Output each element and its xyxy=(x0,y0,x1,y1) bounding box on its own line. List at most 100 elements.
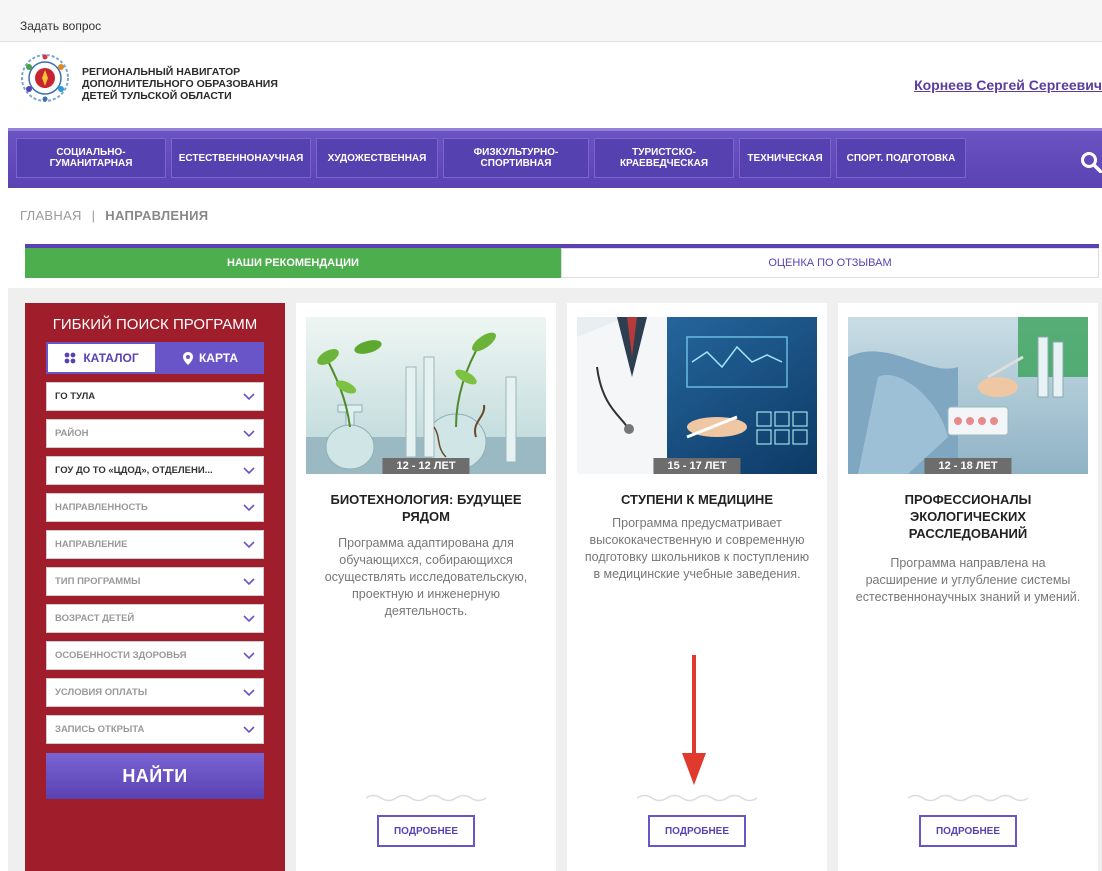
flexible-search-panel: ГИБКИЙ ПОИСК ПРОГРАММ КАТАЛОГ КАРТА ГО Т… xyxy=(25,303,285,871)
nav-item-sport-training[interactable]: СПОРТ. ПОДГОТОВКА xyxy=(836,138,966,178)
breadcrumb: ГЛАВНАЯ | НАПРАВЛЕНИЯ xyxy=(20,208,208,223)
grid-icon xyxy=(64,352,76,364)
select-label: ГО ТУЛА xyxy=(55,391,96,402)
nav-item-art[interactable]: ХУДОЖЕСТВЕННАЯ xyxy=(316,138,438,178)
map-pin-icon xyxy=(182,351,193,365)
logo-line-3: детей Тульской области xyxy=(82,90,232,102)
top-bar: Задать вопрос xyxy=(0,0,1102,42)
chevron-down-icon xyxy=(243,429,255,437)
region-emblem-icon[interactable] xyxy=(20,53,70,103)
tab-recommendations[interactable]: НАШИ РЕКОМЕНДАЦИИ xyxy=(25,248,561,278)
select-label: ОСОБЕННОСТИ ЗДОРОВЬЯ xyxy=(55,650,187,661)
select-label: ВОЗРАСТ ДЕТЕЙ xyxy=(55,613,135,624)
chevron-down-icon xyxy=(243,688,255,696)
select-child-age[interactable]: ВОЗРАСТ ДЕТЕЙ xyxy=(46,604,264,633)
catalog-toggle-button[interactable]: КАТАЛОГ xyxy=(46,342,157,374)
chevron-down-icon xyxy=(243,503,255,511)
select-direction[interactable]: НАПРАВЛЕНИЕ xyxy=(46,530,264,559)
nav-item-label: ТУРИСТСКО- xyxy=(632,147,696,158)
select-enrollment-open[interactable]: ЗАПИСЬ ОТКРЫТА xyxy=(46,715,264,744)
nav-item-label: ЕСТЕСТВЕННОНАУЧНАЯ xyxy=(178,152,304,164)
details-button[interactable]: ПОДРОБНЕЕ xyxy=(377,815,475,847)
chevron-down-icon xyxy=(243,614,255,622)
nav-item-tourism[interactable]: ТУРИСТСКО- КРАЕВЕДЧЕСКАЯ xyxy=(594,138,734,178)
select-payment-terms[interactable]: УСЛОВИЯ ОПЛАТЫ xyxy=(46,678,264,707)
annotation-arrow-icon xyxy=(682,655,706,785)
breadcrumb-current: НАПРАВЛЕНИЯ xyxy=(105,208,209,223)
nav-item-label: СПОРТ. ПОДГОТОВКА xyxy=(846,152,956,164)
program-image[interactable] xyxy=(848,317,1088,474)
select-label: РАЙОН xyxy=(55,428,89,439)
select-label: НАПРАВЛЕНИЕ xyxy=(55,539,128,550)
find-button[interactable]: НАЙТИ xyxy=(46,753,264,799)
program-description: Программа направлена на расширение и угл… xyxy=(855,556,1081,604)
map-label: КАРТА xyxy=(198,351,239,365)
select-district[interactable]: РАЙОН xyxy=(46,419,264,448)
breadcrumb-home[interactable]: ГЛАВНАЯ xyxy=(20,208,82,223)
details-button[interactable]: ПОДРОБНЕЕ xyxy=(919,815,1017,847)
chevron-down-icon xyxy=(243,651,255,659)
logo-line-2: дополнительного образования xyxy=(82,78,278,90)
user-profile-link[interactable]: Корнеев Сергей Сергеевич xyxy=(914,77,1102,93)
ask-question-link[interactable]: Задать вопрос xyxy=(20,19,101,33)
program-title[interactable]: ПРОФЕССИОНАЛЫ ЭКОЛОГИЧЕСКИХ РАССЛЕДОВАНИ… xyxy=(853,491,1083,542)
recommendation-tabs: НАШИ РЕКОМЕНДАЦИИ ОЦЕНКА ПО ОТЗЫВАМ xyxy=(25,244,1099,278)
age-badge: 15 - 17 ЛЕТ xyxy=(653,458,741,474)
site-header: Региональный навигатор дополнительного о… xyxy=(0,42,1102,128)
chevron-down-icon xyxy=(243,466,255,474)
program-description: Программа адаптирована для обучающихся, … xyxy=(324,536,528,618)
select-health-features[interactable]: ОСОБЕННОСТИ ЗДОРОВЬЯ xyxy=(46,641,264,670)
select-orientation[interactable]: НАПРАВЛЕННОСТЬ xyxy=(46,493,264,522)
map-toggle-button[interactable]: КАРТА xyxy=(157,342,264,374)
site-logo-text[interactable]: Региональный навигатор дополнительного о… xyxy=(82,66,278,102)
select-city[interactable]: ГО ТУЛА xyxy=(46,382,264,411)
program-image[interactable] xyxy=(306,317,546,474)
tab-reviews[interactable]: ОЦЕНКА ПО ОТЗЫВАМ xyxy=(561,248,1099,278)
nav-item-label: КРАЕВЕДЧЕСКАЯ xyxy=(619,158,709,169)
category-nav: СОЦИАЛЬНО- ГУМАНИТАРНАЯ ЕСТЕСТВЕННОНАУЧНА… xyxy=(8,128,1102,188)
chevron-down-icon xyxy=(243,392,255,400)
nav-item-technical[interactable]: ТЕХНИЧЕСКАЯ xyxy=(739,138,831,178)
nav-item-label: ХУДОЖЕСТВЕННАЯ xyxy=(327,152,427,164)
nav-item-label: ТЕХНИЧЕСКАЯ xyxy=(747,152,823,164)
catalog-label: КАТАЛОГ xyxy=(83,351,139,365)
wave-divider xyxy=(366,794,486,802)
age-badge: 12 - 18 ЛЕТ xyxy=(924,458,1012,474)
nav-item-social[interactable]: СОЦИАЛЬНО- ГУМАНИТАРНАЯ xyxy=(16,138,166,178)
wave-divider xyxy=(637,794,757,802)
nav-item-sport[interactable]: ФИЗКУЛЬТУРНО- СПОРТИВНАЯ xyxy=(443,138,589,178)
lab-research-image xyxy=(848,317,1088,474)
select-label: ГОУ ДО ТО «ЦДОД», ОТДЕЛЕНИ... xyxy=(55,465,213,476)
chevron-down-icon xyxy=(243,540,255,548)
search-icon[interactable] xyxy=(1080,151,1102,173)
breadcrumb-separator: | xyxy=(91,208,96,223)
chevron-down-icon xyxy=(243,577,255,585)
age-badge: 12 - 12 ЛЕТ xyxy=(382,458,470,474)
nav-item-science[interactable]: ЕСТЕСТВЕННОНАУЧНАЯ xyxy=(171,138,311,178)
biotech-plants-image xyxy=(306,317,546,474)
program-card: 12 - 18 ЛЕТ ПРОФЕССИОНАЛЫ ЭКОЛОГИЧЕСКИХ … xyxy=(838,303,1098,871)
program-card: 12 - 12 ЛЕТ БИОТЕХНОЛОГИЯ: БУДУЩЕЕ РЯДОМ… xyxy=(296,303,556,871)
program-title[interactable]: СТУПЕНИ К МЕДИЦИНЕ xyxy=(582,491,812,508)
select-label: УСЛОВИЯ ОПЛАТЫ xyxy=(55,687,148,698)
nav-item-label: ГУМАНИТАРНАЯ xyxy=(49,158,133,169)
view-toggle: КАТАЛОГ КАРТА xyxy=(46,342,264,374)
select-program-type[interactable]: ТИП ПРОГРАММЫ xyxy=(46,567,264,596)
details-button[interactable]: ПОДРОБНЕЕ xyxy=(648,815,746,847)
nav-item-label: ФИЗКУЛЬТУРНО- xyxy=(473,147,559,158)
filter-title: ГИБКИЙ ПОИСК ПРОГРАММ xyxy=(52,316,258,333)
select-label: ЗАПИСЬ ОТКРЫТА xyxy=(55,724,145,735)
chevron-down-icon xyxy=(243,725,255,733)
select-organization[interactable]: ГОУ ДО ТО «ЦДОД», ОТДЕЛЕНИ... xyxy=(46,456,264,485)
program-description: Программа предусматривает высококачестве… xyxy=(584,516,810,581)
program-image[interactable] xyxy=(577,317,817,474)
select-label: ТИП ПРОГРАММЫ xyxy=(55,576,141,587)
wave-divider xyxy=(908,794,1028,802)
select-label: НАПРАВЛЕННОСТЬ xyxy=(55,502,148,513)
nav-item-label: СПОРТИВНАЯ xyxy=(480,158,552,169)
program-card: 15 - 17 ЛЕТ СТУПЕНИ К МЕДИЦИНЕ Программа… xyxy=(567,303,827,871)
nav-item-label: СОЦИАЛЬНО- xyxy=(56,147,126,158)
program-title[interactable]: БИОТЕХНОЛОГИЯ: БУДУЩЕЕ РЯДОМ xyxy=(311,491,541,525)
medical-doctor-image xyxy=(577,317,817,474)
logo-line-1: Региональный навигатор xyxy=(82,66,241,78)
